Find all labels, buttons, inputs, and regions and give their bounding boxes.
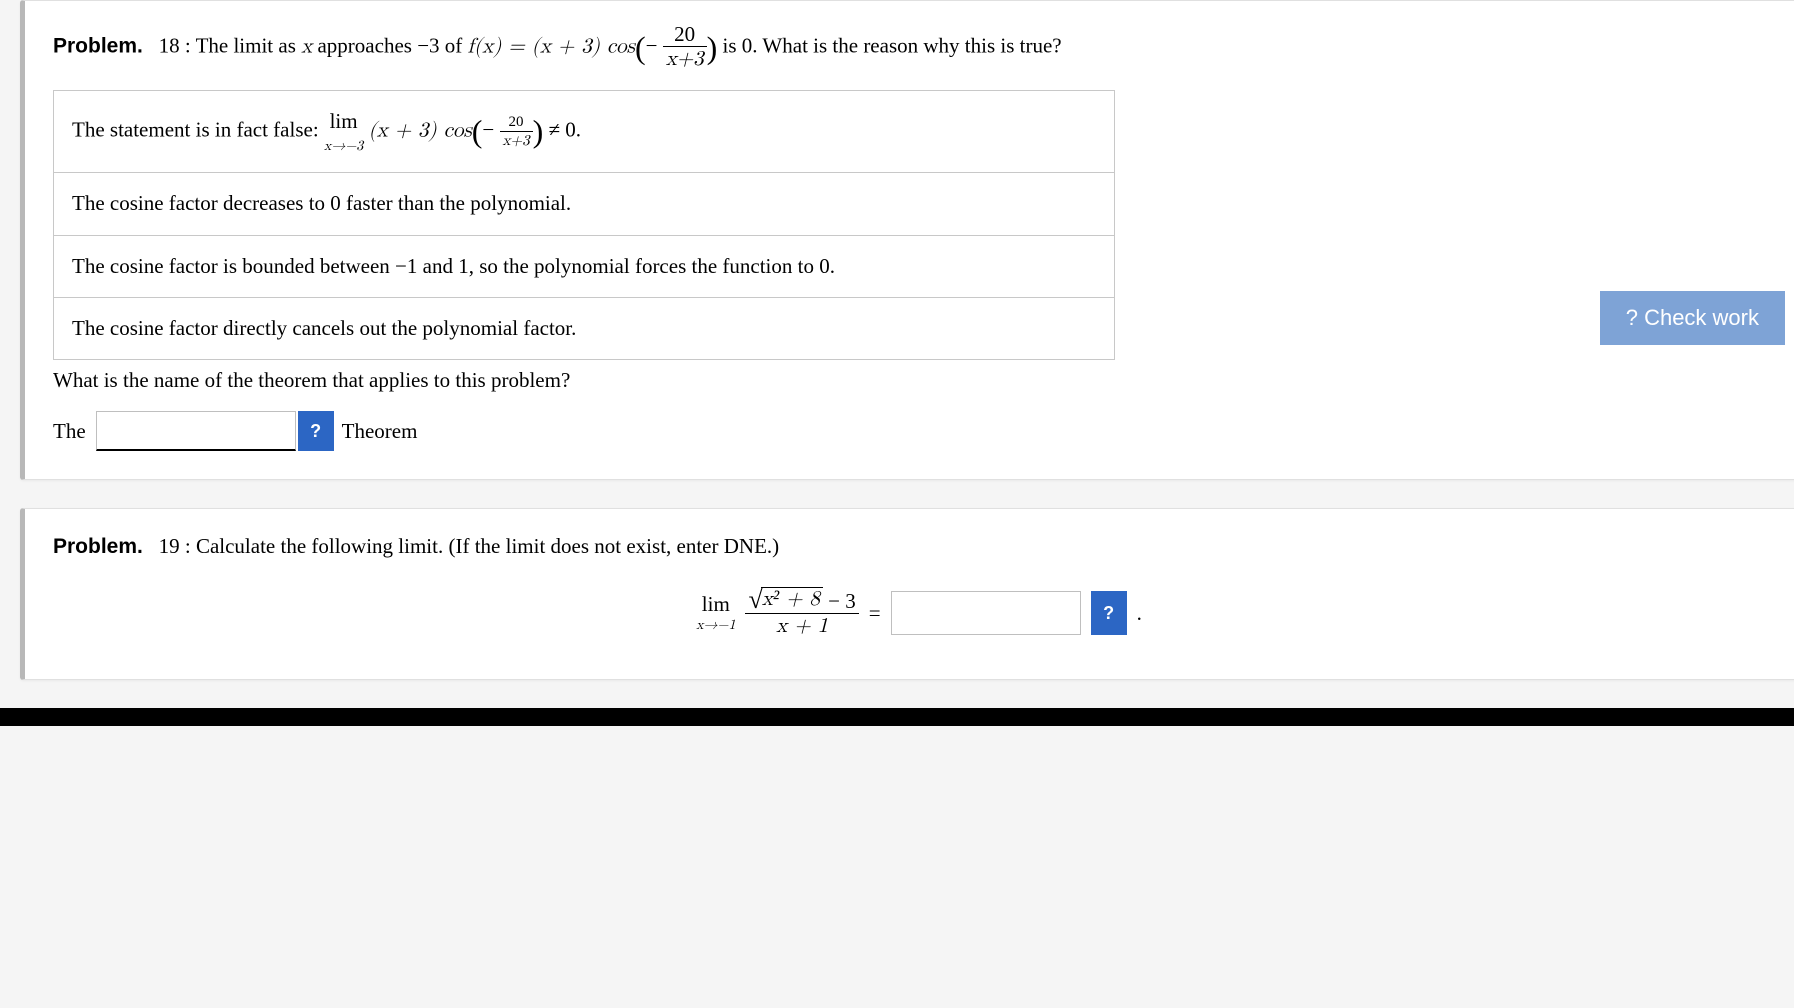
problem-number: 18 bbox=[159, 33, 180, 57]
theorem-hint-button[interactable]: ? bbox=[298, 411, 334, 451]
fill-post: Theorem bbox=[342, 419, 418, 444]
equals: = bbox=[869, 601, 881, 626]
choice-2[interactable]: The cosine factor decreases to 0 faster … bbox=[54, 173, 1114, 235]
theorem-question: What is the name of the theorem that app… bbox=[53, 368, 1785, 393]
limit-expression: lim x→−1 √x² + 8 − 3 x + 1 = ? . bbox=[53, 587, 1785, 639]
fraction: √x² + 8 − 3 x + 1 bbox=[745, 587, 858, 639]
choice-4[interactable]: The cosine factor directly cancels out t… bbox=[54, 298, 1114, 359]
problem-label: Problem. bbox=[53, 34, 143, 57]
period: . bbox=[1137, 601, 1142, 626]
theorem-input[interactable] bbox=[96, 411, 296, 451]
bottom-bar bbox=[0, 708, 1794, 726]
problem-18: Problem. 18 : The limit as x approaches … bbox=[20, 0, 1794, 480]
problem-19-prompt: Problem. 19 : Calculate the following li… bbox=[53, 531, 1785, 563]
problem-19: Problem. 19 : Calculate the following li… bbox=[20, 508, 1794, 680]
choice-1[interactable]: The statement is in fact false: limx→−3 … bbox=[54, 91, 1114, 173]
theorem-fill-row: The ? Theorem bbox=[53, 411, 1785, 451]
problem-number: 19 bbox=[159, 534, 180, 558]
fill-pre: The bbox=[53, 419, 86, 444]
lim-operator: lim x→−1 bbox=[696, 592, 735, 634]
answer-hint-button[interactable]: ? bbox=[1091, 591, 1127, 635]
choices-list: The statement is in fact false: limx→−3 … bbox=[53, 90, 1115, 360]
problem-18-prompt: Problem. 18 : The limit as x approaches … bbox=[53, 23, 1785, 72]
choice-3[interactable]: The cosine factor is bounded between −1 … bbox=[54, 236, 1114, 298]
check-work-button[interactable]: ? Check work bbox=[1600, 291, 1785, 345]
answer-input[interactable] bbox=[891, 591, 1081, 635]
problem-label: Problem. bbox=[53, 535, 143, 558]
